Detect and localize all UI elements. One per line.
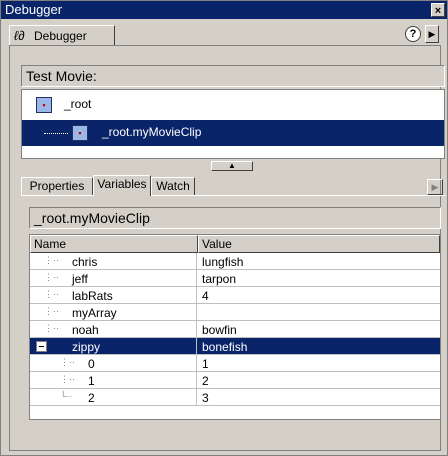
window-title: Debugger	[5, 2, 63, 17]
variable-name: 1	[88, 374, 95, 388]
variable-value[interactable]: 3	[202, 391, 209, 405]
pane-splitter-handle[interactable]: ▲	[211, 161, 253, 171]
table-row[interactable]: ⋮·· 0 1	[30, 355, 440, 372]
tab-variables[interactable]: Variables	[93, 175, 151, 196]
variables-grid[interactable]: Name Value ⋮·· chris lungfish ⋮·· jeff t…	[29, 234, 441, 420]
variable-value[interactable]: 1	[202, 357, 209, 371]
panel-tab-label: Debugger	[34, 29, 87, 43]
table-row[interactable]: zippy bonefish	[30, 338, 440, 355]
variable-value[interactable]: lungfish	[202, 255, 243, 269]
variable-value[interactable]: tarpon	[202, 272, 236, 286]
inspector-tabs: Properties Variables Watch ▶	[21, 173, 445, 196]
column-header-value[interactable]: Value	[198, 235, 440, 253]
tree-connector: ⋮··	[60, 374, 75, 384]
test-movie-label: Test Movie:	[21, 65, 445, 87]
variable-value[interactable]: bonefish	[202, 340, 247, 354]
tree-item-mymovieclip[interactable]: ▪ _root.myMovieClip	[22, 120, 444, 146]
tab-scroll-right-icon[interactable]: ▶	[427, 179, 443, 195]
variable-value[interactable]: 4	[202, 289, 209, 303]
table-row[interactable]: ⋮·· labRats 4	[30, 287, 440, 304]
column-header-name[interactable]: Name	[30, 235, 198, 253]
panel-tab-bar: ℓ∂ Debugger ? ▶	[5, 23, 441, 45]
tree-item-label: _root.myMovieClip	[102, 125, 202, 139]
table-row[interactable]: ⋮·· noah bowfin	[30, 321, 440, 338]
tree-connector: ⋮··	[44, 255, 59, 265]
variable-value[interactable]: 2	[202, 374, 209, 388]
table-row[interactable]: ⋮·· 1 2	[30, 372, 440, 389]
variable-value[interactable]: bowfin	[202, 323, 237, 337]
variable-name: myArray	[72, 306, 117, 320]
panel-menu-arrow-icon[interactable]: ▶	[425, 25, 439, 43]
close-icon[interactable]: ×	[431, 3, 445, 17]
collapse-icon[interactable]	[36, 341, 47, 352]
tree-connector: ⋮··	[44, 323, 59, 333]
table-row[interactable]: ⋮·· jeff tarpon	[30, 270, 440, 287]
tree-connector	[44, 133, 68, 134]
variable-name: jeff	[72, 272, 88, 286]
tab-properties[interactable]: Properties	[21, 177, 93, 195]
variable-name: noah	[72, 323, 99, 337]
grid-header: Name Value	[30, 235, 440, 253]
help-icon[interactable]: ?	[405, 26, 421, 42]
variable-name: labRats	[72, 289, 113, 303]
table-row[interactable]: ⋮·· myArray	[30, 304, 440, 321]
tree-connector: ⋮··	[44, 272, 59, 282]
variable-name: zippy	[72, 340, 101, 354]
variable-name: chris	[72, 255, 98, 269]
tree-item-label: _root	[64, 97, 92, 111]
tab-watch[interactable]: Watch	[151, 177, 195, 195]
table-row[interactable]: ⋮·· chris lungfish	[30, 253, 440, 270]
title-bar[interactable]: Debugger ×	[1, 1, 447, 19]
table-row[interactable]: └·· 2 3	[30, 389, 440, 406]
tree-item-root[interactable]: ▪ _root	[22, 92, 444, 118]
debugger-window: Debugger × ℓ∂ Debugger ? ▶ Test Movie: ▪…	[0, 0, 448, 456]
bug-icon: ℓ∂	[14, 28, 25, 43]
variable-name: 2	[88, 391, 95, 405]
movieclip-icon: ▪	[36, 97, 52, 113]
tree-connector: └··	[60, 391, 73, 401]
variable-name: 0	[88, 357, 95, 371]
tree-connector: ⋮··	[44, 306, 59, 316]
tree-connector: ⋮··	[60, 357, 75, 367]
target-path-field: _root.myMovieClip	[29, 207, 441, 229]
panel-tab-debugger[interactable]: ℓ∂ Debugger	[9, 25, 115, 45]
display-list-tree[interactable]: ▪ _root ▪ _root.myMovieClip	[21, 89, 445, 159]
tree-connector: ⋮··	[44, 289, 59, 299]
movieclip-icon: ▪	[72, 125, 88, 141]
